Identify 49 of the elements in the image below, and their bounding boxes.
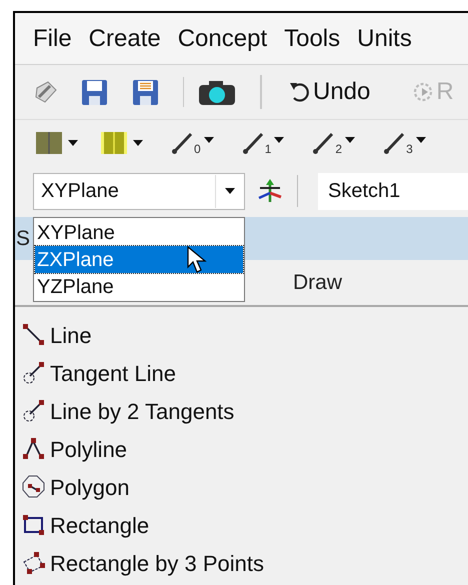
polyline-icon[interactable] bbox=[22, 437, 46, 461]
tool-item[interactable]: Rectangle by 3 Points bbox=[50, 546, 264, 580]
caret-icon[interactable] bbox=[204, 136, 214, 142]
tool-item[interactable]: Rectangle bbox=[50, 508, 150, 542]
save-as-icon[interactable] bbox=[132, 78, 159, 106]
dropdown-option[interactable]: YZPlane bbox=[35, 273, 243, 300]
tool-item[interactable]: Tangent Line bbox=[50, 356, 176, 390]
polygon-icon[interactable] bbox=[22, 475, 46, 499]
sketch-name-field[interactable]: Sketch1 bbox=[318, 172, 468, 210]
pencil-document-icon[interactable] bbox=[33, 79, 59, 105]
caret-icon[interactable] bbox=[416, 136, 426, 142]
line-tool-icon[interactable] bbox=[171, 130, 193, 154]
menu-item[interactable]: Concept bbox=[178, 20, 268, 56]
tool-item[interactable]: Line bbox=[50, 318, 92, 352]
line-tool-digit: 0 bbox=[194, 142, 201, 154]
menu-item[interactable]: Tools bbox=[284, 20, 340, 56]
rectangle-icon[interactable] bbox=[22, 513, 46, 537]
dropdown-option[interactable]: XYPlane bbox=[35, 219, 243, 246]
menu-item[interactable]: File bbox=[33, 20, 72, 56]
tool-item[interactable]: Polyline bbox=[50, 432, 128, 466]
menu-item[interactable]: Units bbox=[357, 20, 412, 56]
draw-tab[interactable]: Draw bbox=[293, 266, 342, 298]
mouse-cursor-icon bbox=[187, 246, 207, 274]
caret-icon[interactable] bbox=[274, 136, 284, 142]
menu-item[interactable]: Create bbox=[88, 20, 161, 56]
line-tool-digit: 2 bbox=[335, 142, 342, 154]
undo-icon[interactable] bbox=[288, 80, 310, 104]
caret-icon[interactable] bbox=[133, 140, 143, 146]
caret-icon[interactable] bbox=[68, 140, 78, 146]
line-tool-icon[interactable] bbox=[383, 130, 406, 154]
save-icon[interactable] bbox=[81, 78, 108, 106]
tool-item[interactable]: Polygon bbox=[50, 470, 130, 504]
line-tool-digit: 3 bbox=[406, 142, 413, 154]
line-tool-digit: 1 bbox=[264, 142, 272, 154]
undo-button[interactable]: Undo bbox=[288, 74, 370, 110]
tangent-line-icon[interactable] bbox=[22, 399, 46, 423]
caret-icon[interactable] bbox=[224, 188, 234, 194]
plane-dropdown[interactable]: XYPlane bbox=[33, 172, 245, 210]
caret-icon[interactable] bbox=[345, 136, 356, 142]
tool-item[interactable]: Line by 2 Tangents bbox=[50, 394, 234, 428]
axes-icon[interactable] bbox=[257, 178, 283, 204]
line-tool-icon[interactable] bbox=[242, 130, 264, 154]
panel-title: S bbox=[15, 226, 30, 252]
camera-icon[interactable] bbox=[198, 78, 236, 106]
panel-layout-icon[interactable] bbox=[35, 130, 63, 154]
tangent-line-icon[interactable] bbox=[22, 361, 46, 385]
dropdown-option[interactable]: ZXPlane bbox=[35, 246, 243, 273]
line-tool-icon[interactable] bbox=[312, 130, 334, 154]
line-icon[interactable] bbox=[22, 323, 46, 347]
